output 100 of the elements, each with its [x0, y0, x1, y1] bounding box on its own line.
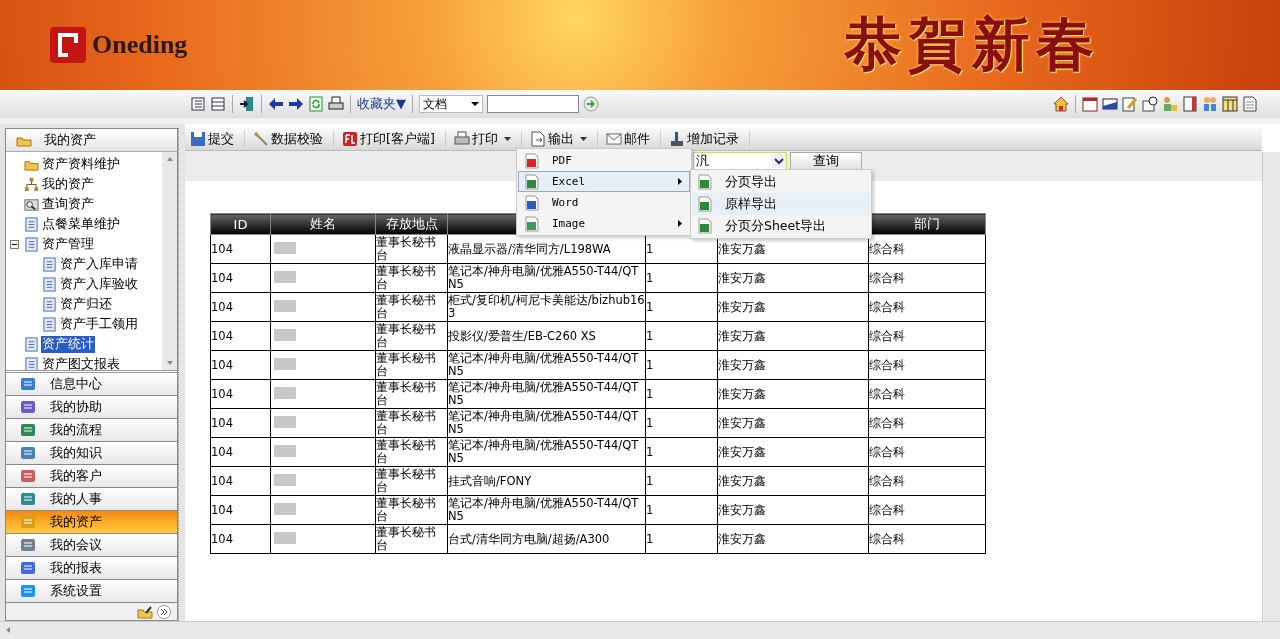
- tree-item[interactable]: 资产入库申请: [59, 255, 139, 273]
- toolbar-button[interactable]: 增加记录: [666, 131, 750, 147]
- column-header[interactable]: ID: [210, 213, 271, 235]
- module-item[interactable]: 我的协助: [6, 396, 178, 419]
- toolbar-button[interactable]: 打印: [451, 131, 522, 147]
- go-icon[interactable]: [583, 96, 599, 112]
- favorites-menu[interactable]: 收藏夹▼: [357, 95, 406, 113]
- scroll-up-icon[interactable]: [165, 155, 174, 163]
- table-cell: 挂式音响/FONY: [448, 473, 532, 488]
- exit-icon[interactable]: [239, 96, 255, 112]
- home-icon[interactable]: [1053, 96, 1069, 112]
- table-cell: 董事长秘书台: [376, 380, 436, 407]
- column-header[interactable]: 存放地点: [375, 213, 448, 235]
- table-cell: 投影仪/爱普生/EB-C260 XS: [448, 328, 596, 343]
- tree-item[interactable]: 资产归还: [59, 295, 113, 313]
- tree-item[interactable]: 我的资产: [41, 175, 95, 193]
- menu-item[interactable]: 分页分Sheet导出: [692, 215, 870, 237]
- horizontal-scrollbar[interactable]: [0, 621, 1280, 639]
- printer-icon[interactable]: [328, 96, 344, 112]
- document-icon: [24, 216, 39, 232]
- tree-item[interactable]: 资产管理: [41, 235, 95, 253]
- note-icon[interactable]: [1242, 96, 1258, 112]
- module-icon: [20, 399, 36, 415]
- table-cell: 淮安万鑫: [718, 386, 766, 401]
- module-item[interactable]: 我的报表: [6, 557, 178, 580]
- menu-item[interactable]: 原样导出: [692, 193, 870, 215]
- search-icon: [24, 196, 39, 212]
- document-icon: [42, 256, 57, 272]
- people-icon[interactable]: [1202, 96, 1218, 112]
- schedule-icon[interactable]: [1142, 96, 1158, 112]
- table-cell: 笔记本/神舟电脑/优雅A550-T44/QTN5: [448, 438, 639, 465]
- table-cell: 综合科: [869, 241, 905, 256]
- table-cell: 笔记本/神舟电脑/优雅A550-T44/QTN5: [448, 264, 639, 291]
- tree-item[interactable]: 资产入库验收: [59, 275, 139, 293]
- scroll-down-icon[interactable]: [165, 359, 174, 367]
- tree-item[interactable]: 查询资产: [41, 195, 95, 213]
- toolbar-button[interactable]: 输出: [527, 131, 598, 147]
- module-item[interactable]: 我的知识: [6, 442, 178, 465]
- table-cell: 104: [211, 357, 233, 372]
- tree-item[interactable]: 资产统计: [41, 335, 95, 353]
- table-cell: 104: [211, 444, 233, 459]
- table-cell: 104: [211, 415, 233, 430]
- module-item[interactable]: 信息中心: [6, 373, 178, 396]
- menu-item[interactable]: Excel: [518, 171, 690, 192]
- file-icon: [524, 173, 540, 190]
- module-item[interactable]: 系统设置: [6, 580, 178, 603]
- module-item[interactable]: 我的资产: [6, 511, 178, 534]
- column-header[interactable]: 姓名: [270, 213, 376, 235]
- document-icon: [24, 236, 39, 252]
- columns-icon[interactable]: [1222, 96, 1238, 112]
- module-icon: [20, 376, 36, 392]
- scope-dropdown[interactable]: 文档: [419, 95, 483, 113]
- module-item[interactable]: 我的流程: [6, 419, 178, 442]
- section-title: 我的资产: [44, 131, 96, 149]
- search-field[interactable]: [487, 95, 579, 113]
- collapse-icon[interactable]: [10, 239, 19, 249]
- query-button[interactable]: 查询: [790, 152, 862, 170]
- table-cell: 综合科: [869, 270, 905, 285]
- fl-document-icon: [342, 131, 358, 147]
- toolbar-button[interactable]: 提交: [188, 131, 245, 147]
- module-item[interactable]: 我的人事: [6, 488, 178, 511]
- table-cell: 淮安万鑫: [718, 328, 766, 343]
- list-view-icon[interactable]: [190, 96, 206, 112]
- filter-dropdown[interactable]: 汎: [693, 152, 787, 170]
- table-cell: 综合科: [869, 386, 905, 401]
- table-cell: 台式/清华同方电脑/超扬/A300: [448, 531, 610, 546]
- tree-item[interactable]: 资产图文报表: [41, 355, 121, 370]
- spreadsheet-icon: [697, 174, 713, 190]
- menu-item[interactable]: Word: [518, 192, 690, 213]
- scrollbar[interactable]: [1262, 152, 1280, 621]
- toolbar-button[interactable]: 邮件: [603, 131, 661, 147]
- menu-item[interactable]: Image: [518, 213, 690, 234]
- back-arrow-icon[interactable]: [268, 96, 284, 112]
- mail-icon[interactable]: [1102, 96, 1118, 112]
- blurred-name: [274, 328, 296, 341]
- table-cell: 1: [646, 502, 654, 517]
- table-cell: 1: [646, 386, 654, 401]
- table-cell: 董事长秘书台: [376, 351, 436, 378]
- panel-view-icon[interactable]: [210, 96, 226, 112]
- toolbar-button[interactable]: 数据校验: [251, 131, 334, 147]
- toolbar-button[interactable]: 打印[客户端]: [340, 131, 446, 147]
- tree-item[interactable]: 资产资料维护: [41, 155, 121, 173]
- scrollbar[interactable]: [162, 152, 178, 370]
- menu-item[interactable]: 分页导出: [692, 171, 870, 193]
- chevron-down-icon[interactable]: [772, 154, 786, 168]
- table-cell: 笔记本/神舟电脑/优雅A550-T44/QTN5: [448, 351, 639, 378]
- module-item[interactable]: 我的客户: [6, 465, 178, 488]
- tree-item[interactable]: 点餐菜单维护: [41, 215, 121, 233]
- table-cell: 综合科: [869, 473, 905, 488]
- module-item[interactable]: 我的会议: [6, 534, 178, 557]
- scroll-left-icon[interactable]: [4, 626, 12, 634]
- contact-card-icon[interactable]: [1182, 96, 1198, 112]
- calendar-icon[interactable]: [1082, 96, 1098, 112]
- double-chevron-icon[interactable]: [157, 604, 172, 619]
- tree-item[interactable]: 资产手工领用: [59, 315, 139, 333]
- module-icon: [20, 422, 36, 438]
- table-cell: 1: [646, 473, 654, 488]
- section-header[interactable]: 我的资产: [6, 129, 178, 152]
- forward-arrow-icon[interactable]: [288, 96, 304, 112]
- menu-item[interactable]: PDF: [518, 150, 690, 171]
